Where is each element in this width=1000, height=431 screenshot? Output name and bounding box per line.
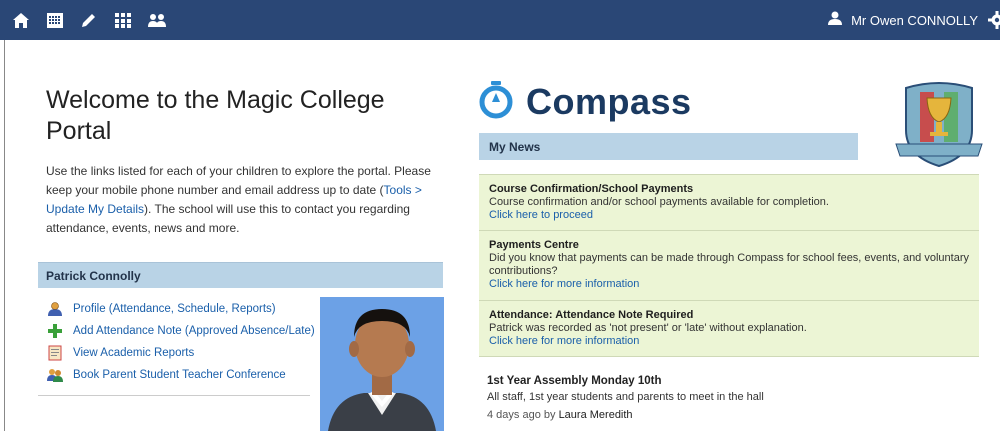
page-title: Welcome to the Magic College Portal [46,86,385,145]
news-item-desc: Patrick was recorded as 'not present' or… [489,322,807,334]
news-item-link[interactable]: Click here for more information [489,335,639,347]
page-left-border [4,40,5,431]
intro-text-part1: Use the links listed for each of your ch… [46,164,431,197]
calendar-icon[interactable] [44,9,66,31]
attendance-note-link-label: Add Attendance Note (Approved Absence/La… [73,325,315,337]
report-icon [47,345,63,361]
grid-icon[interactable] [112,9,134,31]
top-nav-bar: Mr Owen CONNOLLY [0,0,1000,40]
plus-icon [47,323,63,339]
news-post-desc: All staff, 1st year students and parents… [487,391,764,403]
news-item-link[interactable]: Click here for more information [489,278,639,290]
user-icon [827,10,843,31]
news-post-author[interactable]: Laura Meredith [559,409,633,421]
news-post-title: 1st Year Assembly Monday 10th [487,375,662,387]
news-item-title: Course Confirmation/School Payments [489,183,694,195]
news-list: Course Confirmation/School Payments Cour… [479,174,979,357]
nav-icons [10,0,168,40]
conference-link-label: Book Parent Student Teacher Conference [73,369,286,381]
profile-link[interactable]: Profile (Attendance, Schedule, Reports) [47,298,317,320]
attendance-note-link[interactable]: Add Attendance Note (Approved Absence/La… [47,320,317,342]
conference-icon [47,367,63,383]
news-header: My News [479,133,858,160]
intro-text: Use the links listed for each of your ch… [46,162,436,238]
profile-icon [47,301,63,317]
compass-logo: Compass [478,80,692,124]
child-links-divider [38,395,310,396]
news-item: Course Confirmation/School Payments Cour… [479,174,979,230]
child-links: Profile (Attendance, Schedule, Reports) … [47,298,317,386]
news-post-meta: 4 days ago by Laura Meredith [487,409,977,421]
child-panel-header: Patrick Connolly [38,262,443,288]
compass-brand-name: Compass [526,81,692,122]
news-item-link[interactable]: Click here to proceed [489,209,593,221]
user-menu[interactable]: Mr Owen CONNOLLY [827,0,978,40]
student-avatar [320,297,444,431]
news-item-title: Attendance: Attendance Note Required [489,309,694,321]
user-name: Mr Owen CONNOLLY [851,12,978,28]
people-icon[interactable] [146,9,168,31]
school-crest [894,78,984,170]
conference-link[interactable]: Book Parent Student Teacher Conference [47,364,317,386]
academic-reports-link-label: View Academic Reports [73,347,195,359]
news-item: Attendance: Attendance Note Required Pat… [479,300,979,357]
academic-reports-link[interactable]: View Academic Reports [47,342,317,364]
news-item-title: Payments Centre [489,239,579,251]
profile-link-label: Profile (Attendance, Schedule, Reports) [73,303,276,315]
news-post: 1st Year Assembly Monday 10th All staff,… [487,375,977,421]
news-item: Payments Centre Did you know that paymen… [479,230,979,300]
gear-icon[interactable] [988,11,1000,29]
home-icon[interactable] [10,9,32,31]
compass-icon [478,80,514,124]
pencil-icon[interactable] [78,9,100,31]
news-item-desc: Course confirmation and/or school paymen… [489,196,829,208]
news-post-time: 4 days ago by [487,409,559,421]
news-item-desc: Did you know that payments can be made t… [489,252,969,277]
